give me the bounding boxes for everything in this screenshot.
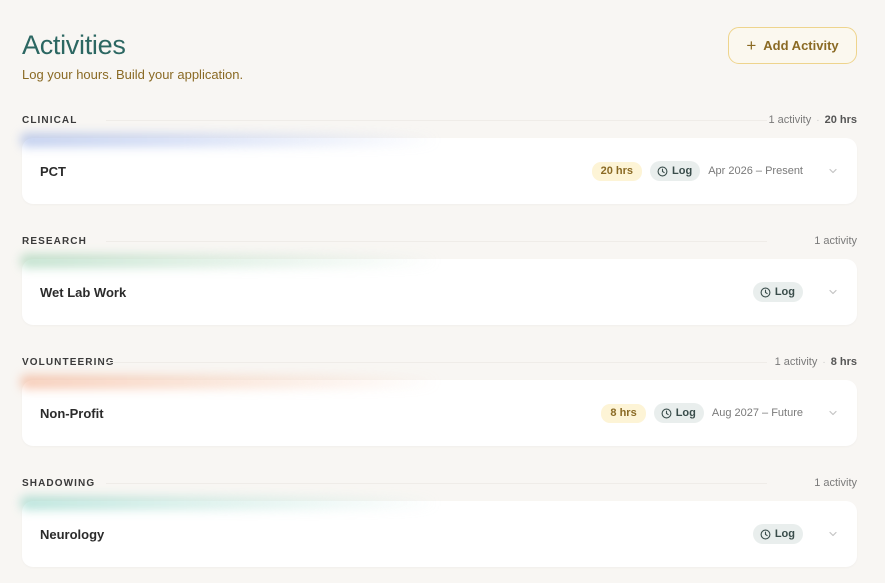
log-hours-button[interactable]: Log	[752, 282, 803, 302]
activity-count: 1 activity	[814, 477, 857, 489]
log-hours-button[interactable]: Log	[752, 524, 803, 544]
section-hours: 20 hrs	[824, 114, 857, 126]
section-header: RESEARCH 1 activity	[22, 233, 857, 249]
chevron-down-icon[interactable]	[827, 165, 839, 177]
clock-icon	[657, 166, 668, 176]
add-activity-button[interactable]: + Add Activity	[728, 27, 857, 64]
log-hours-button[interactable]: Log	[650, 161, 701, 181]
activity-name: Neurology	[40, 526, 105, 542]
section-divider	[106, 483, 767, 484]
plus-icon: +	[746, 35, 757, 55]
section-title: CLINICAL	[22, 114, 78, 126]
category-glow	[20, 496, 440, 510]
activity-name: PCT	[40, 163, 66, 179]
section-header: SHADOWING 1 activity	[22, 475, 857, 491]
section-divider	[106, 362, 767, 363]
section-summary: 1 activity · 8 hrs	[775, 356, 857, 368]
date-range: Aug 2027 – Future	[711, 407, 803, 419]
section-clinical: CLINICAL 1 activity · 20 hrs PCT 20 hrs …	[20, 112, 857, 204]
activity-name: Wet Lab Work	[40, 284, 127, 300]
separator-dot: ·	[822, 356, 826, 368]
activity-card-pct[interactable]: PCT 20 hrs Log Apr 2026 – Present	[20, 133, 857, 204]
activity-count: 1 activity	[814, 235, 857, 247]
activity-count: 1 activity	[774, 356, 818, 368]
category-glow	[20, 254, 440, 268]
activity-meta: Log	[752, 524, 839, 544]
section-title: SHADOWING	[22, 477, 96, 489]
activity-count: 1 activity	[768, 114, 812, 126]
section-summary: 1 activity	[814, 477, 857, 489]
section-title: RESEARCH	[22, 235, 87, 247]
activity-meta: Log	[752, 282, 839, 302]
clock-icon	[760, 529, 771, 539]
activity-card-non-profit[interactable]: Non-Profit 8 hrs Log Aug 2027 – Future	[20, 375, 857, 446]
date-range: Apr 2026 – Present	[708, 165, 803, 177]
activity-meta: 20 hrs Log Apr 2026 – Present	[591, 161, 839, 181]
section-header: VOLUNTEERING 1 activity · 8 hrs	[22, 354, 857, 370]
category-glow	[20, 133, 440, 147]
section-hours: 8 hrs	[830, 356, 857, 368]
section-summary: 1 activity	[814, 235, 857, 247]
section-divider	[106, 241, 767, 242]
section-header: CLINICAL 1 activity · 20 hrs	[22, 112, 857, 128]
chevron-down-icon[interactable]	[827, 528, 839, 540]
separator-dot: ·	[816, 114, 820, 126]
page-subtitle: Log your hours. Build your application.	[22, 67, 244, 82]
section-title: VOLUNTEERING	[22, 356, 115, 368]
page-header: Activities Log your hours. Build your ap…	[22, 27, 857, 90]
clock-icon	[661, 408, 672, 418]
log-label: Log	[672, 165, 693, 177]
hours-badge: 8 hrs	[601, 403, 646, 423]
log-label: Log	[774, 528, 795, 540]
add-activity-label: Add Activity	[763, 38, 839, 53]
activities-page: Activities Log your hours. Build your ap…	[0, 0, 885, 583]
log-hours-button[interactable]: Log	[653, 403, 704, 423]
section-volunteering: VOLUNTEERING 1 activity · 8 hrs Non-Prof…	[20, 354, 857, 446]
chevron-down-icon[interactable]	[827, 286, 839, 298]
activity-meta: 8 hrs Log Aug 2027 – Future	[601, 403, 839, 423]
activity-card-neurology[interactable]: Neurology Log	[20, 496, 857, 567]
section-divider	[106, 120, 767, 121]
activity-card-wet-lab-work[interactable]: Wet Lab Work Log	[20, 254, 857, 325]
clock-icon	[760, 287, 771, 297]
log-label: Log	[675, 407, 696, 419]
section-research: RESEARCH 1 activity Wet Lab Work Log	[20, 233, 857, 325]
section-summary: 1 activity · 20 hrs	[768, 114, 857, 126]
activity-name: Non-Profit	[40, 405, 104, 421]
log-label: Log	[774, 286, 795, 298]
category-glow	[20, 375, 440, 389]
chevron-down-icon[interactable]	[827, 407, 839, 419]
hours-badge: 20 hrs	[591, 161, 643, 181]
section-shadowing: SHADOWING 1 activity Neurology Log	[20, 475, 857, 567]
